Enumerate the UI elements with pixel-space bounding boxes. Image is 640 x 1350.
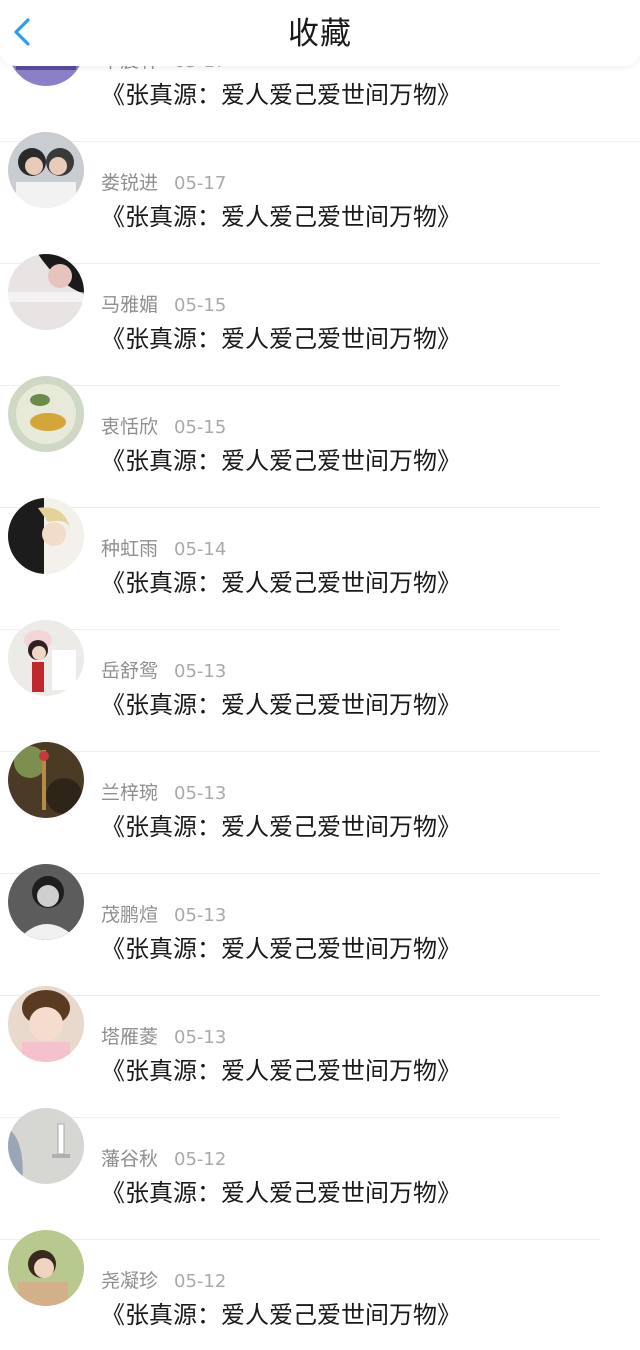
avatar[interactable] <box>8 132 84 208</box>
post-date: 05-13 <box>174 783 227 804</box>
post-date: 05-13 <box>174 905 227 926</box>
list-item[interactable]: 种虹雨 05-14 《张真源：爱人爱己爱世间万物》 <box>0 462 640 630</box>
item-meta: 衷恬欣 05-15 <box>101 414 226 440</box>
avatar[interactable] <box>8 254 84 330</box>
article-title[interactable]: 《张真源：爱人爱己爱世间万物》 <box>101 1298 461 1332</box>
avatar[interactable] <box>8 498 84 574</box>
author-name: 岳舒鸳 <box>101 660 159 682</box>
list-item[interactable]: 尧凝珍 05-12 《张真源：爱人爱己爱世间万物》 <box>0 1194 640 1329</box>
item-meta: 种虹雨 05-14 <box>101 536 226 562</box>
list-item[interactable]: 马雅媚 05-15 《张真源：爱人爱己爱世间万物》 <box>0 218 640 386</box>
list-item[interactable]: 娄锐进 05-17 《张真源：爱人爱己爱世间万物》 <box>0 96 640 264</box>
author-name: 衷恬欣 <box>101 416 159 438</box>
list-item[interactable]: 塔雁菱 05-13 《张真源：爱人爱己爱世间万物》 <box>0 950 640 1118</box>
avatar[interactable] <box>8 620 84 696</box>
avatar[interactable] <box>8 1108 84 1184</box>
item-meta: 兰梓琬 05-13 <box>101 780 226 806</box>
item-meta: 尧凝珍 05-12 <box>101 1268 226 1294</box>
author-name: 塔雁菱 <box>101 1026 159 1048</box>
favorites-screen: 罕震轩05-17 《张真源：爱人爱己爱世间万物》 娄锐进05-17 《张真源 <box>0 0 640 1350</box>
author-name: 尧凝珍 <box>101 1270 159 1292</box>
author-name: 马雅媚 <box>101 294 159 316</box>
avatar[interactable] <box>8 986 84 1062</box>
author-name: 娄锐进 <box>101 172 159 194</box>
author-name: 兰梓琬 <box>101 782 159 804</box>
list-item[interactable]: 茂鹏煊 05-13 《张真源：爱人爱己爱世间万物》 <box>0 828 640 996</box>
post-date: 05-13 <box>174 1027 227 1048</box>
list-item[interactable]: 岳舒鸳 05-13 《张真源：爱人爱己爱世间万物》 <box>0 584 640 752</box>
author-name: 茂鹏煊 <box>101 904 159 926</box>
post-date: 05-12 <box>174 1149 227 1170</box>
post-date: 05-15 <box>174 295 227 316</box>
avatar[interactable] <box>8 742 84 818</box>
top-nav-bar: 收藏 <box>0 0 640 66</box>
post-date: 05-13 <box>174 661 227 682</box>
author-name: 种虹雨 <box>101 538 159 560</box>
post-date: 05-15 <box>174 417 227 438</box>
item-meta: 塔雁菱 05-13 <box>101 1024 226 1050</box>
avatar[interactable] <box>8 1230 84 1306</box>
page-title: 收藏 <box>288 16 352 52</box>
item-meta: 马雅媚 05-15 <box>101 292 226 318</box>
list-item[interactable]: 藩谷秋 05-12 《张真源：爱人爱己爱世间万物》 <box>0 1072 640 1240</box>
item-meta: 茂鹏煊 05-13 <box>101 902 226 928</box>
avatar[interactable] <box>8 376 84 452</box>
item-meta: 岳舒鸳 05-13 <box>101 658 226 684</box>
post-date: 05-14 <box>174 539 227 560</box>
post-date: 05-12 <box>174 1271 227 1292</box>
item-meta: 藩谷秋 05-12 <box>101 1146 226 1172</box>
list-item[interactable]: 兰梓琬 05-13 《张真源：爱人爱己爱世间万物》 <box>0 706 640 874</box>
list-item[interactable]: 衷恬欣 05-15 《张真源：爱人爱己爱世间万物》 <box>0 340 640 508</box>
author-name: 藩谷秋 <box>101 1148 159 1170</box>
item-meta: 娄锐进 05-17 <box>101 170 226 196</box>
post-date: 05-17 <box>174 173 227 194</box>
avatar[interactable] <box>8 864 84 940</box>
